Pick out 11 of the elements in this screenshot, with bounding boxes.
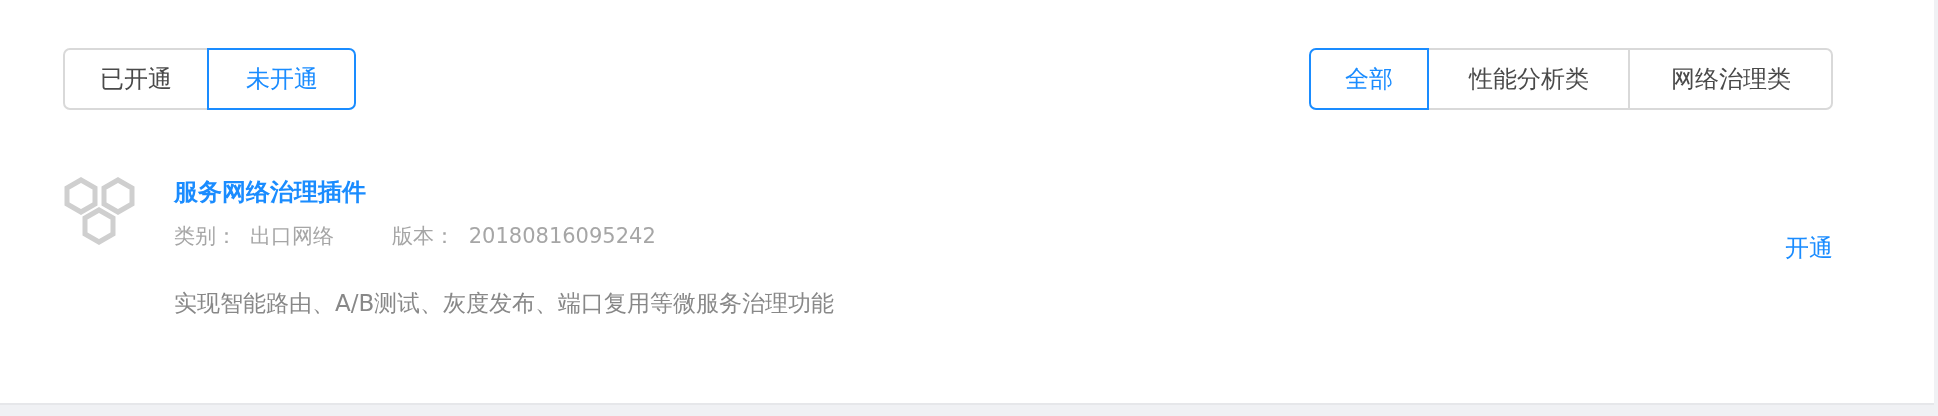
status-tab[interactable]: 已开通 <box>63 48 209 110</box>
version-text: 版本： 20180816095242 <box>392 223 656 250</box>
category-text: 类别： 出口网络 <box>174 223 335 250</box>
hexagons-icon <box>63 176 137 248</box>
category-tab[interactable]: 网络治理类 <box>1628 48 1833 110</box>
plugin-title[interactable]: 服务网络治理插件 <box>174 176 1785 208</box>
activate-link[interactable]: 开通 <box>1785 232 1833 264</box>
status-tab[interactable]: 未开通 <box>207 48 356 110</box>
category-tab[interactable]: 全部 <box>1309 48 1429 110</box>
category-tab[interactable]: 性能分析类 <box>1427 48 1630 110</box>
plugin-description: 实现智能路由、A/B测试、灰度发布、端口复用等微服务治理功能 <box>174 289 836 318</box>
